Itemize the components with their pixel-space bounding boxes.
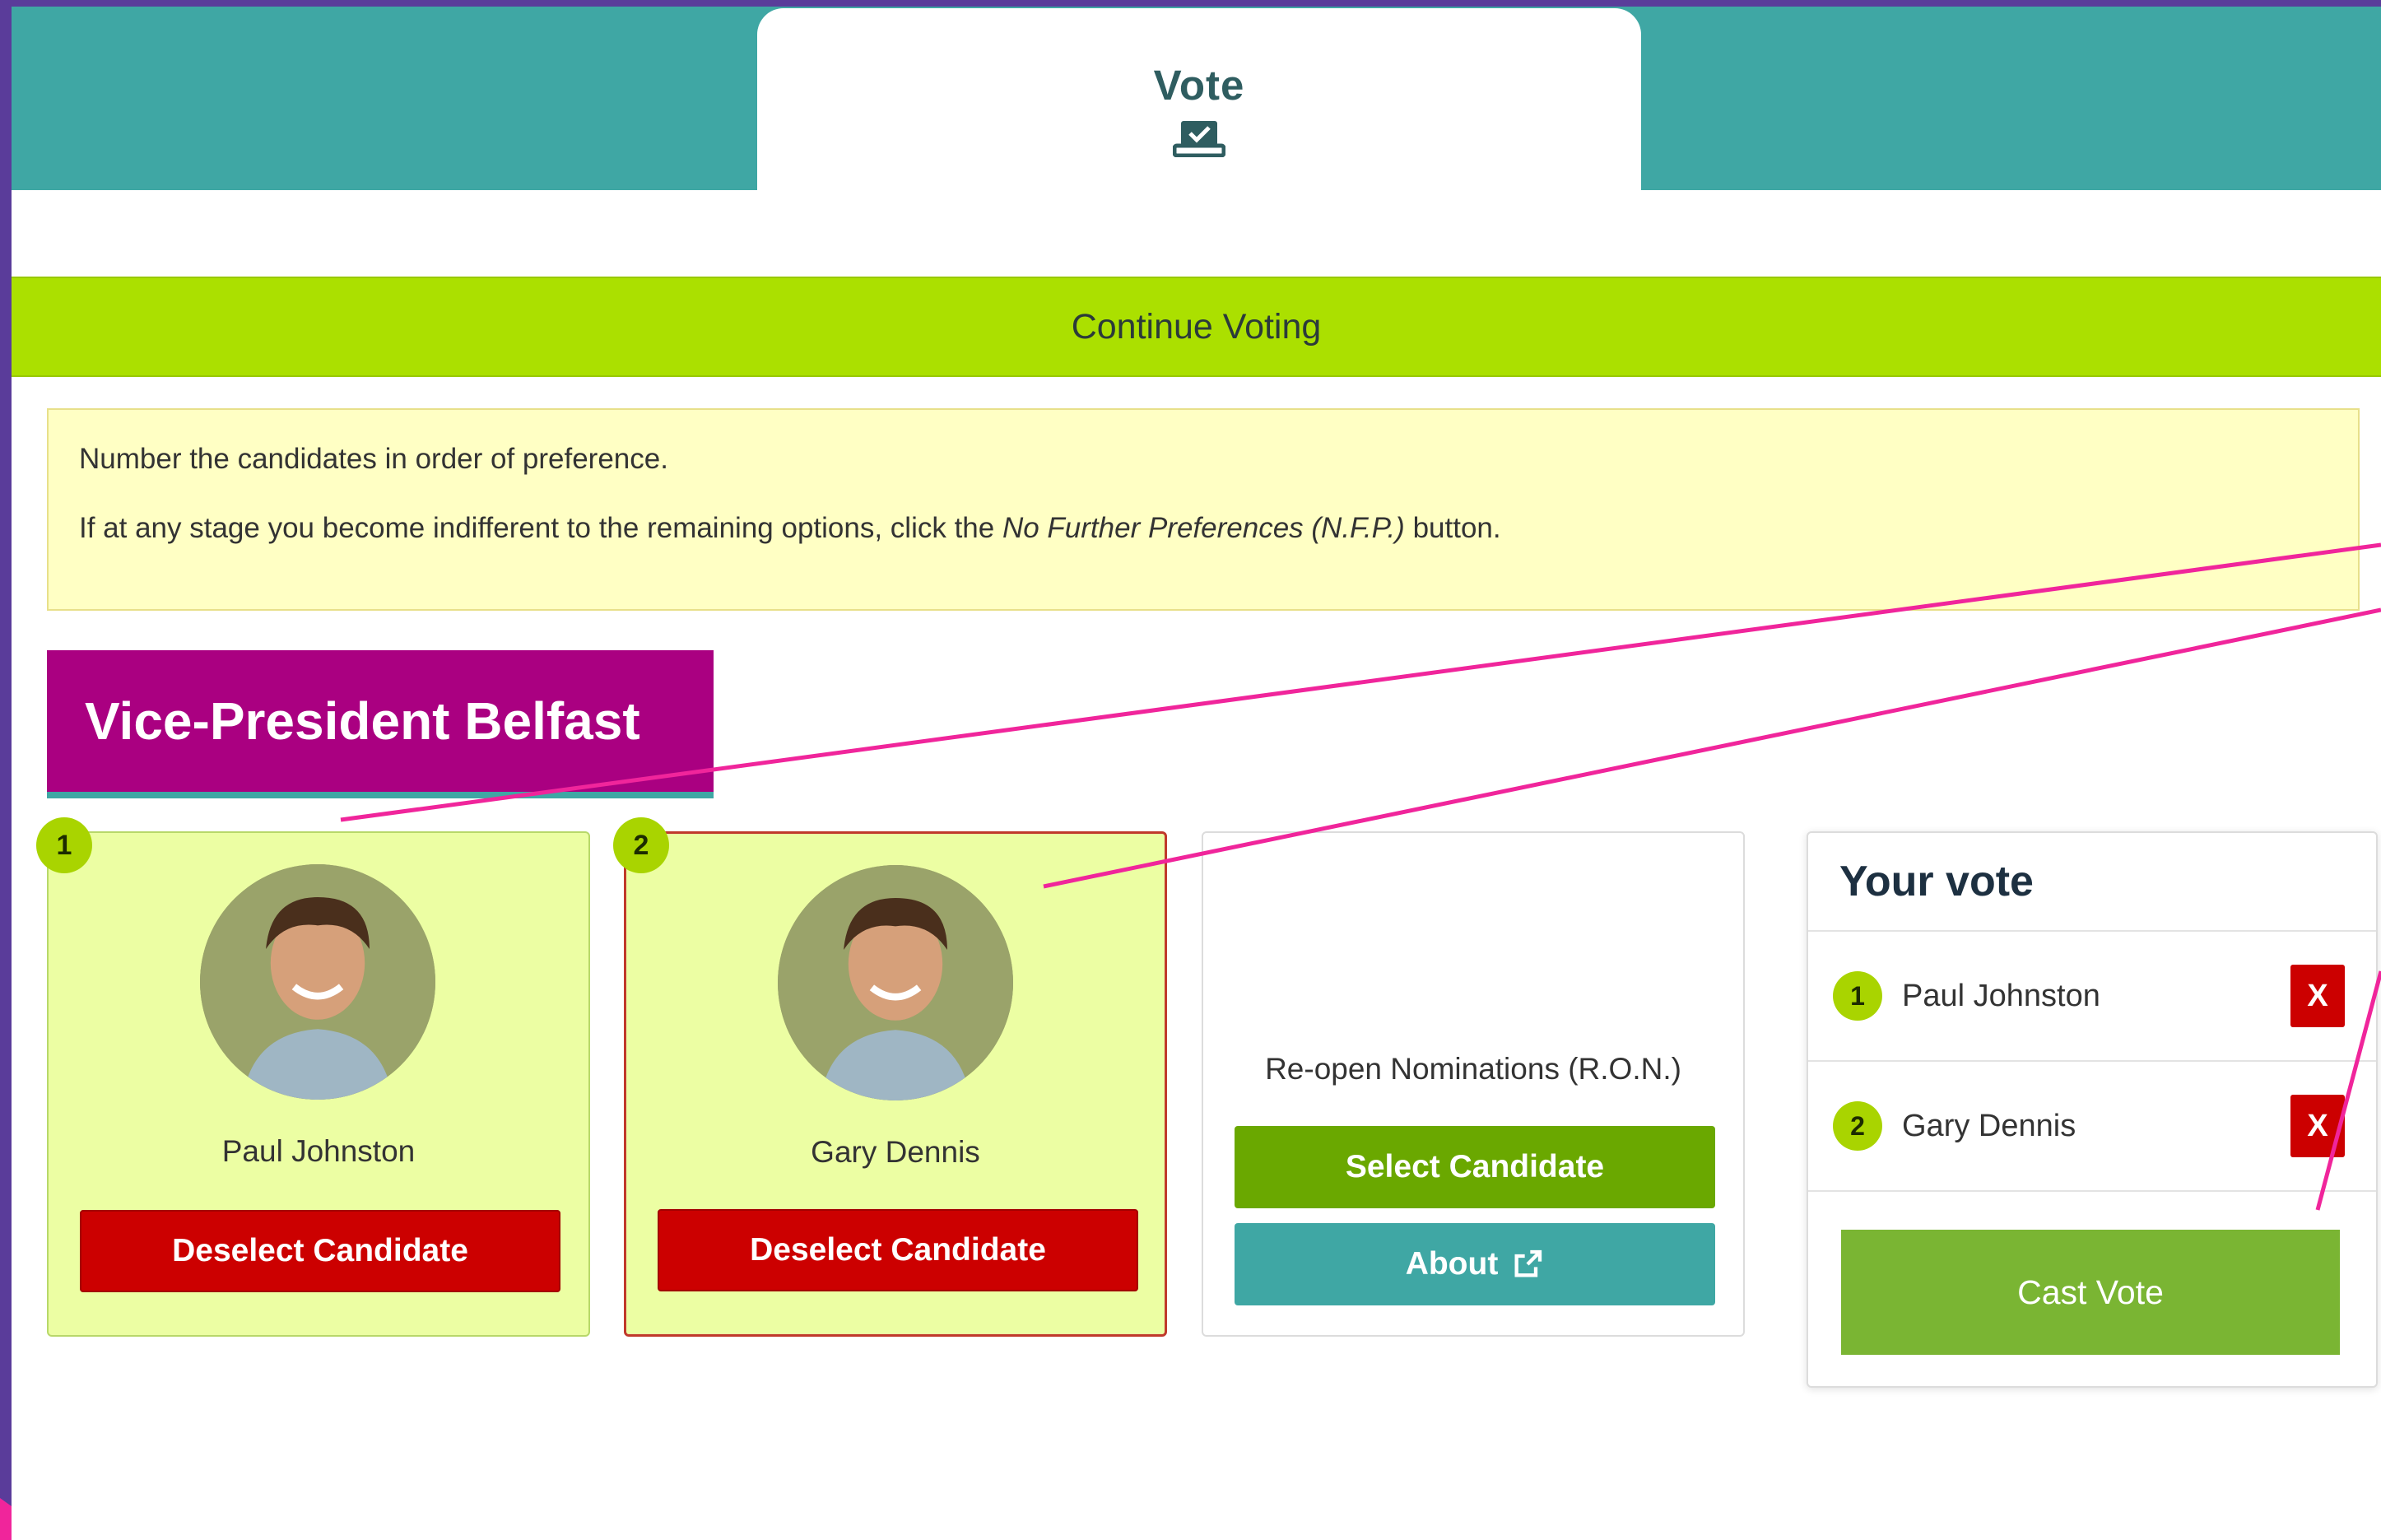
person-photo-icon <box>200 864 435 1100</box>
candidate-card-gary-dennis[interactable]: Gary Dennis Deselect Candidate <box>624 831 1167 1337</box>
instructions-box: Number the candidates in order of prefer… <box>47 408 2360 611</box>
vote-entry-name: Gary Dennis <box>1902 1108 2076 1143</box>
about-button[interactable]: About <box>1235 1223 1715 1305</box>
your-vote-panel: Your vote 1 Paul Johnston X 2 Gary Denni… <box>1807 831 2378 1388</box>
deselect-candidate-button[interactable]: Deselect Candidate <box>80 1210 560 1292</box>
rank-badge: 1 <box>36 817 92 873</box>
ron-card: Re-open Nominations (R.O.N.) Select Cand… <box>1202 831 1745 1337</box>
person-photo-icon <box>778 865 1013 1100</box>
page-frame: Vote Continue Voting Number the candidat… <box>12 7 2381 1540</box>
candidate-avatar <box>778 865 1013 1100</box>
section-title: Vice-President Belfast <box>47 650 714 798</box>
cast-vote-button[interactable]: Cast Vote <box>1841 1230 2340 1355</box>
rank-badge: 2 <box>1833 1101 1882 1151</box>
candidate-avatar <box>200 864 435 1100</box>
vote-entry: 2 Gary Dennis X <box>1808 1062 2376 1192</box>
ballot-box-icon <box>1173 121 1225 157</box>
about-button-label: About <box>1405 1246 1499 1282</box>
candidate-name: Paul Johnston <box>221 1134 416 1168</box>
rank-badge: 2 <box>613 817 669 873</box>
instruction-line-2-prefix: If at any stage you become indifferent t… <box>79 512 1002 544</box>
external-link-icon <box>1514 1249 1542 1277</box>
annotation-corner-mark <box>0 1498 12 1540</box>
your-vote-title: Your vote <box>1808 833 2376 932</box>
ron-label: Re-open Nominations (R.O.N.) <box>1265 1052 1681 1086</box>
candidate-name: Gary Dennis <box>811 1135 980 1169</box>
vote-entry: 1 Paul Johnston X <box>1808 932 2376 1062</box>
vote-entry-name: Paul Johnston <box>1902 978 2100 1013</box>
tab-vote[interactable]: Vote <box>757 8 1641 190</box>
instruction-line-1: Number the candidates in order of prefer… <box>79 443 668 475</box>
remove-vote-button[interactable]: X <box>2290 965 2345 1027</box>
remove-vote-button[interactable]: X <box>2290 1095 2345 1157</box>
select-candidate-button[interactable]: Select Candidate <box>1235 1126 1715 1208</box>
candidate-card-paul-johnston[interactable]: Paul Johnston Deselect Candidate <box>47 831 590 1337</box>
tab-vote-label: Vote <box>1153 62 1245 109</box>
rank-badge: 1 <box>1833 971 1882 1021</box>
instruction-line-2-suffix: button. <box>1404 512 1501 544</box>
nfp-emphasis: No Further Preferences (N.F.P.) <box>1002 512 1405 544</box>
deselect-candidate-button[interactable]: Deselect Candidate <box>658 1209 1138 1291</box>
continue-voting-bar[interactable]: Continue Voting <box>12 277 2381 377</box>
instruction-line-2: If at any stage you become indifferent t… <box>79 512 2358 545</box>
